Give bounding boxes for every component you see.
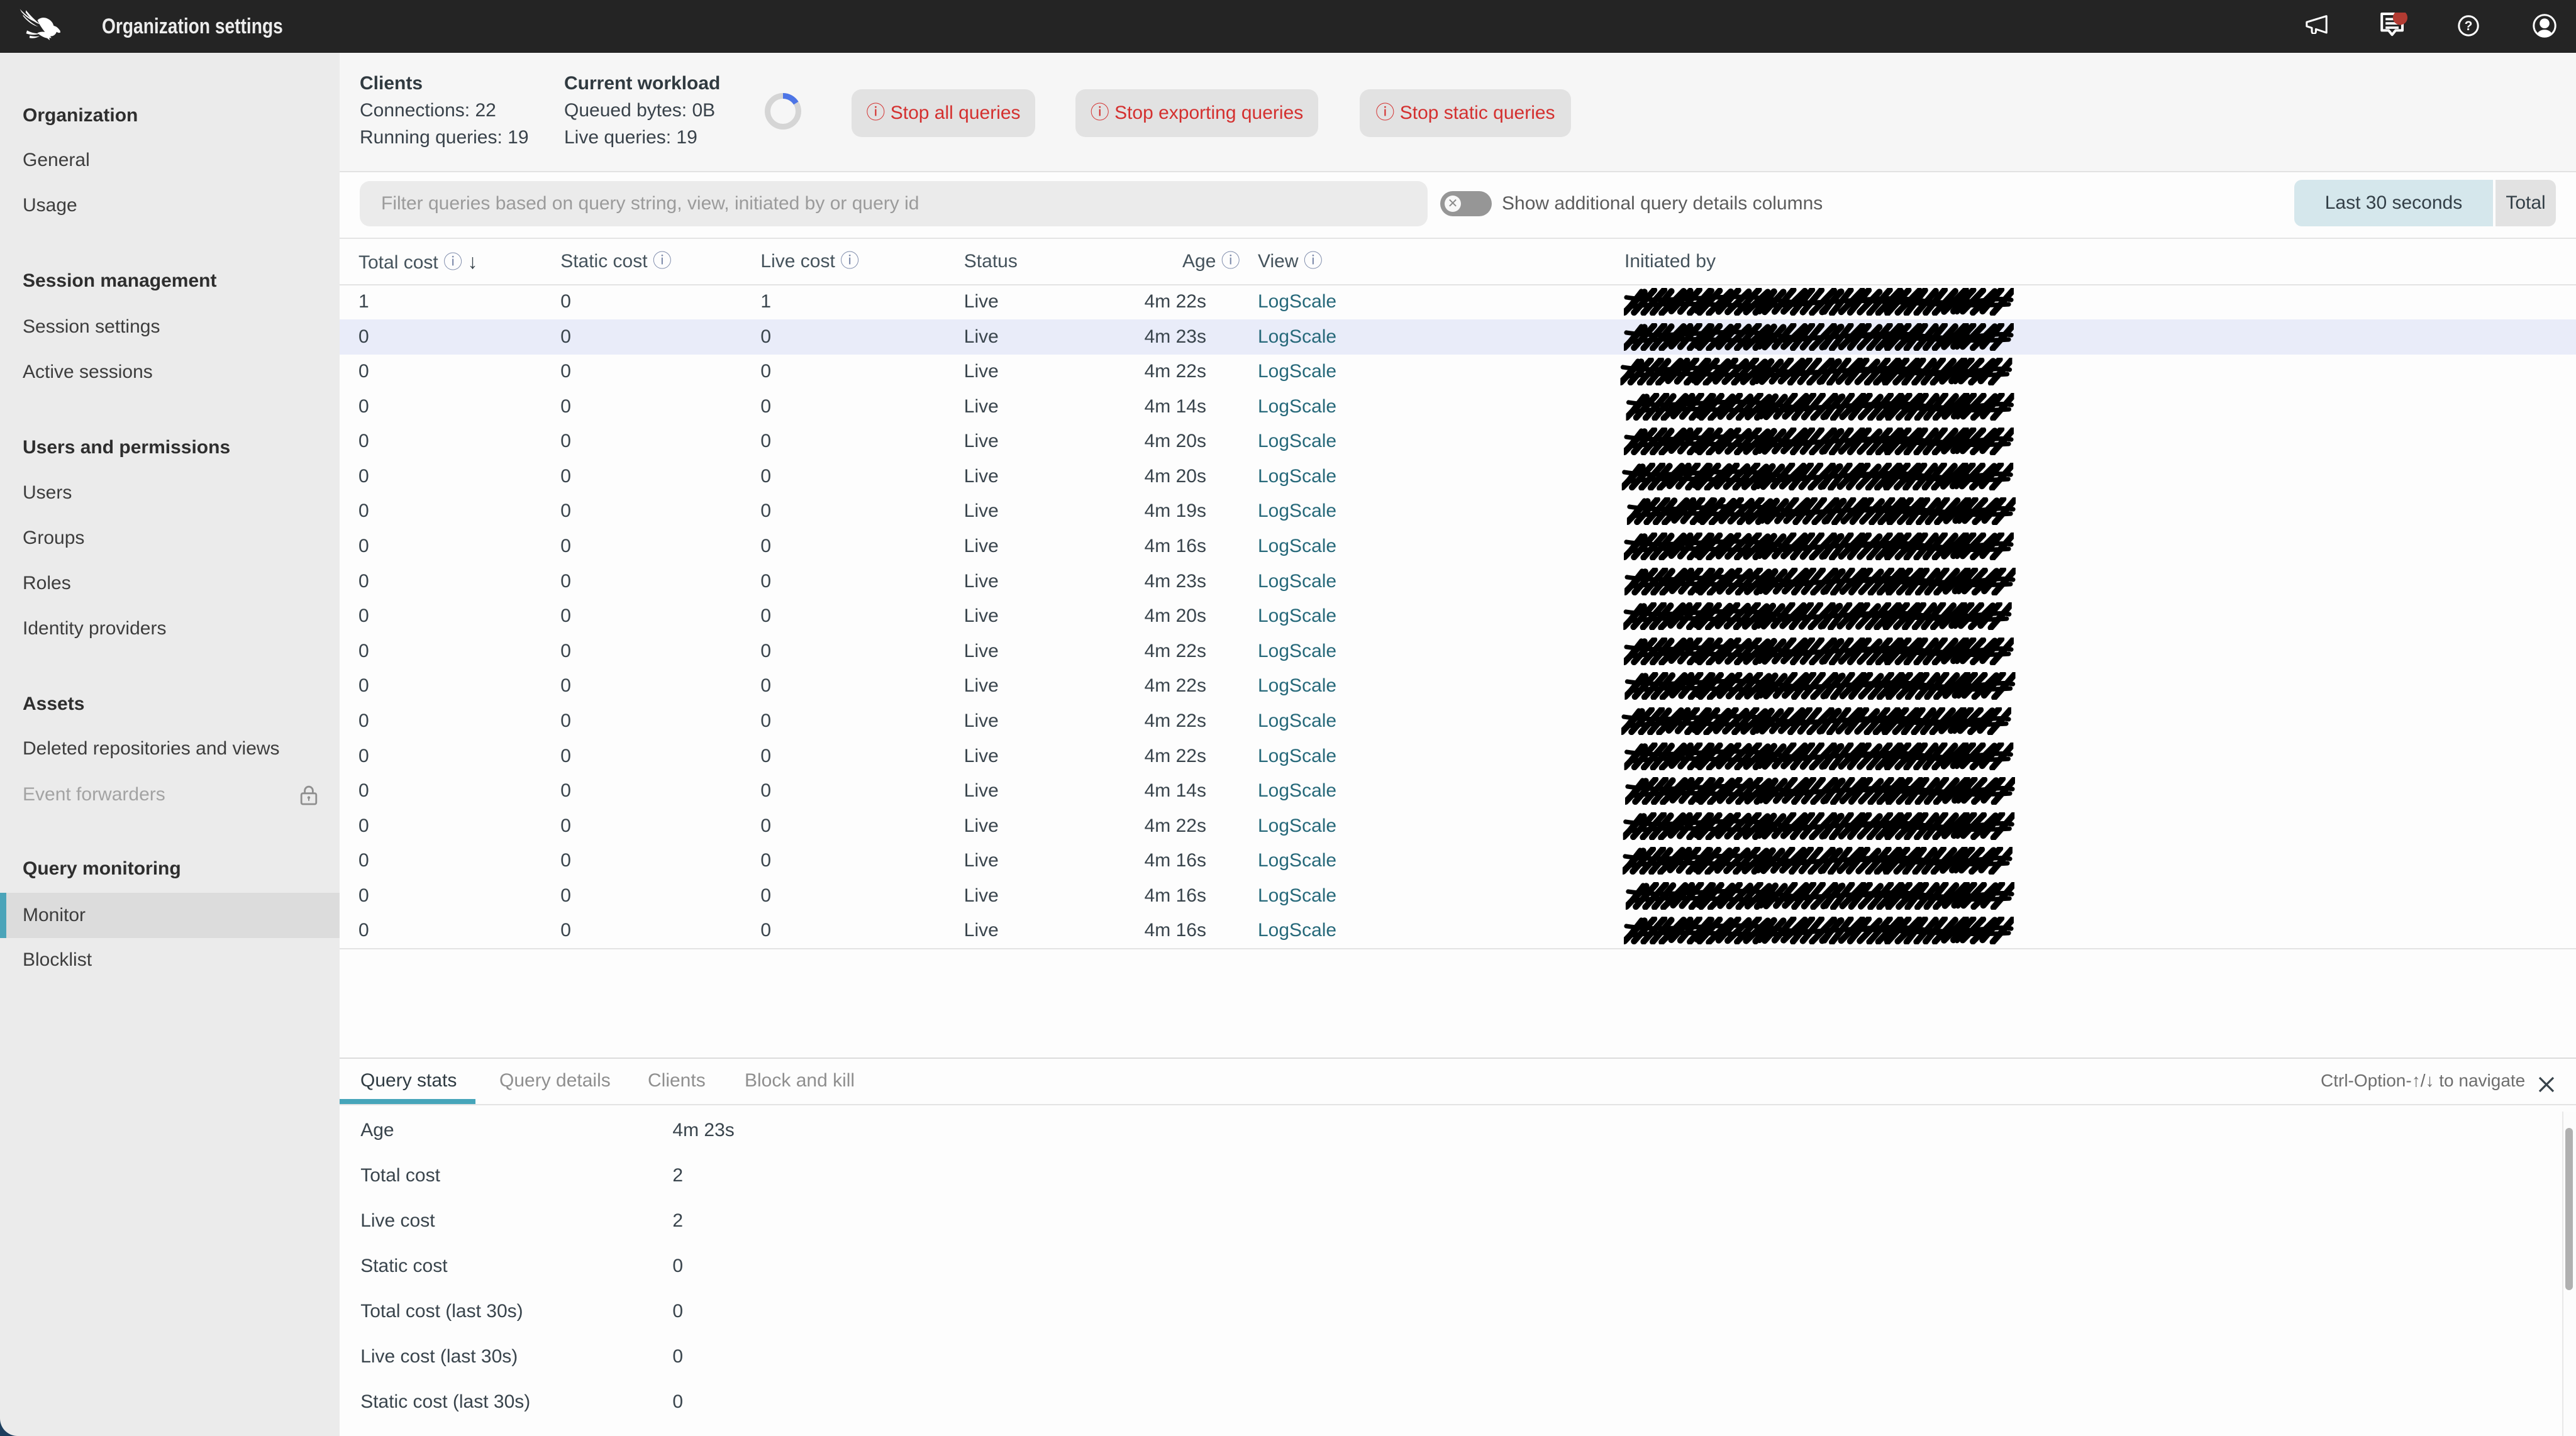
svg-text:?: ? [2465,19,2473,33]
